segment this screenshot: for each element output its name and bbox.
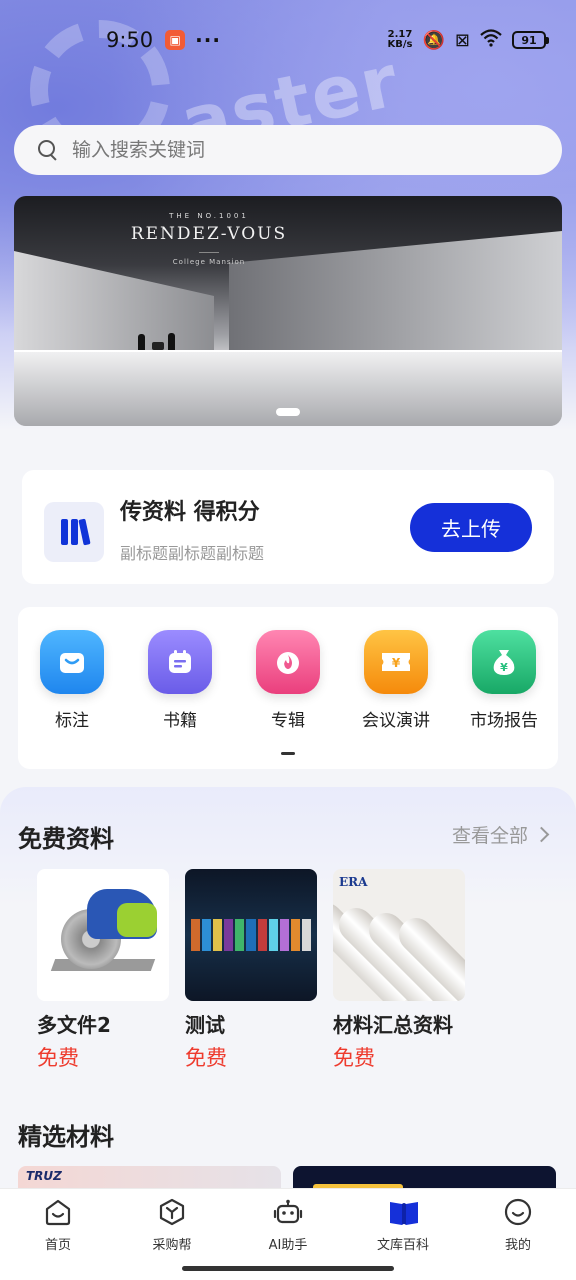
category-label: 专辑 — [271, 711, 305, 731]
free-item-price: 免费 — [37, 1046, 79, 1070]
book-icon — [148, 630, 212, 694]
category-page-indicator — [281, 752, 295, 755]
category-label: 会议演讲 — [362, 711, 430, 731]
upload-subtitle: 副标题副标题副标题 — [120, 544, 265, 563]
battery-icon: 91 — [512, 31, 549, 49]
free-item-name: 材料汇总资料 — [333, 1013, 453, 1037]
category-label: 市场报告 — [470, 711, 538, 731]
category-label: 标注 — [55, 711, 89, 731]
robot-icon — [273, 1197, 303, 1227]
view-all-link[interactable]: 查看全部 — [452, 821, 550, 848]
wifi-icon — [480, 28, 502, 52]
nav-label: 首页 — [44, 1238, 71, 1253]
brand-logo: ERA — [339, 875, 368, 889]
banner-divider — [199, 252, 219, 253]
banner-horizon — [14, 350, 562, 352]
smile-icon — [503, 1197, 533, 1227]
mute-icon: 🔕 — [422, 29, 445, 51]
nav-item-purchase[interactable]: 采购帮 — [132, 1197, 212, 1253]
free-materials-section: 免费资料 查看全部 多文件2 免费 测试 免费 ERA 材料汇总资料 免费 精选… — [0, 787, 576, 1187]
app-notification-icon: ▣ — [165, 30, 186, 50]
banner-page-indicator — [276, 408, 300, 416]
banner-figures — [134, 330, 179, 350]
brand-logo: TRUZ — [26, 1169, 62, 1183]
cube-icon — [157, 1197, 187, 1227]
upload-card[interactable]: 传资料 得积分 副标题副标题副标题 去上传 — [22, 470, 554, 584]
flame-icon — [256, 630, 320, 694]
upload-title: 传资料 得积分 — [120, 500, 260, 525]
status-right-icons: 2.17 KB/s 🔕 ⊠ 91 — [388, 28, 549, 52]
home-icon — [43, 1197, 73, 1227]
banner-title: RENDEZ-VOUS — [130, 224, 288, 244]
category-card: 标注 书籍 专辑 ¥ 会议演讲 ¥ 市场报告 — [18, 607, 558, 769]
free-item[interactable]: 多文件2 免费 — [37, 869, 169, 1072]
books-icon — [44, 502, 104, 562]
upload-button[interactable]: 去上传 — [410, 503, 532, 552]
section-title: 免费资料 — [18, 825, 114, 853]
sim-off-icon: ⊠ — [454, 29, 470, 51]
view-all-label: 查看全部 — [452, 825, 529, 847]
network-speed-unit: KB/s — [387, 39, 413, 50]
nav-label: AI助手 — [268, 1238, 308, 1253]
nav-label: 采购帮 — [152, 1238, 192, 1253]
nav-label: 文库百科 — [376, 1238, 429, 1253]
pvc-pipes-image: ERA — [333, 869, 465, 1001]
test-thumbnail-image — [185, 869, 317, 1001]
free-item-name: 多文件2 — [37, 1013, 111, 1037]
category-item-albums[interactable]: 专辑 — [238, 630, 338, 731]
bag-icon — [40, 630, 104, 694]
nav-label: 我的 — [504, 1238, 531, 1253]
nav-item-profile[interactable]: 我的 — [478, 1197, 558, 1253]
network-speed: 2.17 KB/s — [388, 30, 413, 50]
free-item[interactable]: ERA 材料汇总资料 免费 — [333, 869, 465, 1072]
category-item-market-report[interactable]: ¥ 市场报告 — [454, 630, 554, 731]
search-icon — [38, 140, 58, 160]
category-item-annotate[interactable]: 标注 — [22, 630, 122, 731]
search-input[interactable] — [72, 139, 522, 161]
banner-carousel[interactable]: THE NO.1001 RENDEZ-VOUS College Mansion — [14, 196, 562, 426]
status-bar: 9:50 ▣ ··· 2.17 KB/s 🔕 ⊠ 91 — [0, 0, 576, 80]
nav-item-ai-assistant[interactable]: AI助手 — [248, 1197, 328, 1253]
category-item-books[interactable]: 书籍 — [130, 630, 230, 731]
free-item-name: 测试 — [185, 1013, 225, 1037]
free-item-price: 免费 — [333, 1046, 375, 1070]
nav-item-library[interactable]: 文库百科 — [363, 1197, 443, 1253]
svg-text:¥: ¥ — [500, 661, 508, 674]
nav-item-home[interactable]: 首页 — [18, 1197, 98, 1253]
more-notifications-icon: ··· — [195, 28, 221, 52]
ticket-icon: ¥ — [364, 630, 428, 694]
circular-saw-image — [37, 869, 169, 1001]
svg-text:¥: ¥ — [392, 656, 401, 670]
search-bar[interactable] — [14, 125, 562, 175]
chevron-right-icon — [533, 826, 550, 843]
category-label: 书籍 — [163, 711, 197, 731]
section-title: 精选材料 — [18, 1123, 114, 1151]
category-item-conference[interactable]: ¥ 会议演讲 — [346, 630, 446, 731]
banner-eyebrow: THE NO.1001 — [169, 212, 249, 220]
free-item-price: 免费 — [185, 1046, 227, 1070]
banner-subtitle: College Mansion — [172, 258, 246, 266]
home-indicator[interactable] — [182, 1266, 394, 1271]
money-bag-icon: ¥ — [472, 630, 536, 694]
status-time: 9:50 — [106, 28, 154, 52]
free-item[interactable]: 测试 免费 — [185, 869, 317, 1072]
open-book-icon — [388, 1197, 418, 1227]
